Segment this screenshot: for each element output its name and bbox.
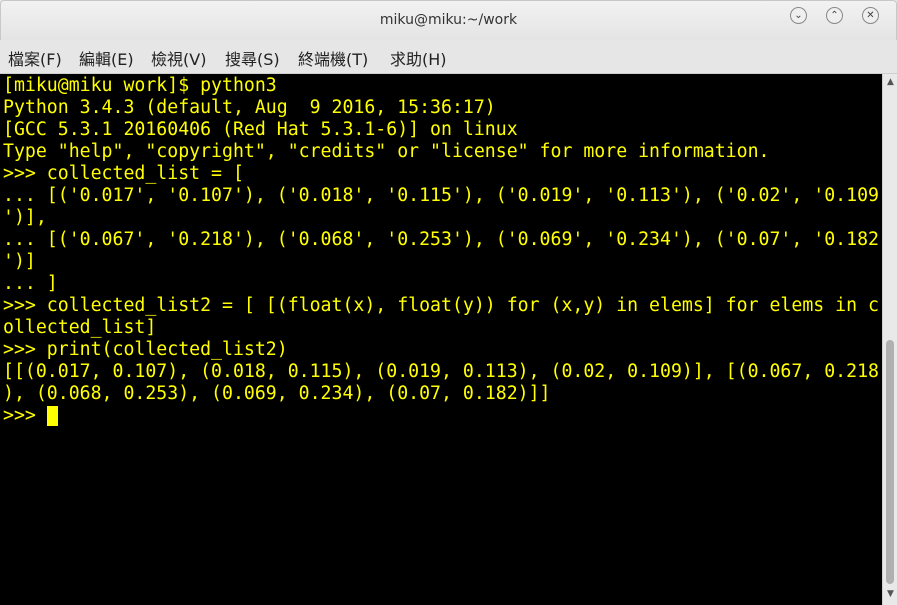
terminal-line: ... [('0.017', '0.107'), ('0.018', '0.11… xyxy=(3,185,879,206)
menu-edit[interactable]: 編輯(E) xyxy=(79,46,134,70)
chevron-up-icon: ⌃ xyxy=(830,10,839,21)
scrollbar-thumb[interactable] xyxy=(886,340,894,584)
terminal-line: ')], xyxy=(3,207,47,228)
menu-help[interactable]: 求助(H) xyxy=(390,46,447,70)
terminal-line: [miku@miku work]$ python3 xyxy=(3,75,277,96)
prompt: >>> xyxy=(3,405,47,426)
close-icon: ✕ xyxy=(866,10,875,21)
title-bar[interactable]: miku@miku:~/work ⌄ ⌃ ✕ xyxy=(0,0,897,40)
terminal-line: [GCC 5.3.1 20160406 (Red Hat 5.3.1-6)] o… xyxy=(3,119,518,140)
scroll-up-arrow-icon[interactable]: ▲ xyxy=(885,76,896,88)
terminal-line: Type "help", "copyright", "credits" or "… xyxy=(3,141,770,162)
terminal-output: [miku@miku work]$ python3 Python 3.4.3 (d… xyxy=(3,75,879,427)
minimize-button[interactable]: ⌄ xyxy=(790,7,807,24)
menu-view[interactable]: 檢視(V) xyxy=(151,46,206,70)
close-button[interactable]: ✕ xyxy=(862,7,879,24)
terminal-line: >>> collected_list2 = [ [(float(x), floa… xyxy=(3,295,879,316)
terminal-line: [[(0.017, 0.107), (0.018, 0.115), (0.019… xyxy=(3,361,879,382)
terminal-line: Python 3.4.3 (default, Aug 9 2016, 15:36… xyxy=(3,97,496,118)
chevron-down-icon: ⌄ xyxy=(794,10,803,21)
scrollbar[interactable]: ▲ ▼ xyxy=(882,74,897,605)
terminal-line: >>> collected_list = [ xyxy=(3,163,244,184)
terminal-line: ), (0.068, 0.253), (0.069, 0.234), (0.07… xyxy=(3,383,551,404)
menu-search[interactable]: 搜尋(S) xyxy=(225,46,280,70)
terminal-line: ')] xyxy=(3,251,36,272)
menu-bar: 檔案(F) 編輯(E) 檢視(V) 搜尋(S) 終端機(T) 求助(H) xyxy=(0,40,897,74)
window-title: miku@miku:~/work xyxy=(379,12,518,28)
terminal-line: >>> print(collected_list2) xyxy=(3,339,288,360)
menu-file[interactable]: 檔案(F) xyxy=(8,46,62,70)
menu-terminal[interactable]: 終端機(T) xyxy=(298,46,368,70)
terminal-area[interactable]: [miku@miku work]$ python3 Python 3.4.3 (d… xyxy=(0,74,882,605)
prompt-line: >>> xyxy=(3,405,879,427)
terminal-line: ... ] xyxy=(3,273,58,294)
scroll-down-arrow-icon[interactable]: ▼ xyxy=(885,588,896,600)
terminal-line: ... [('0.067', '0.218'), ('0.068', '0.25… xyxy=(3,229,879,250)
maximize-button[interactable]: ⌃ xyxy=(826,7,843,24)
terminal-line: ollected_list] xyxy=(3,317,157,338)
text-cursor xyxy=(46,406,58,426)
